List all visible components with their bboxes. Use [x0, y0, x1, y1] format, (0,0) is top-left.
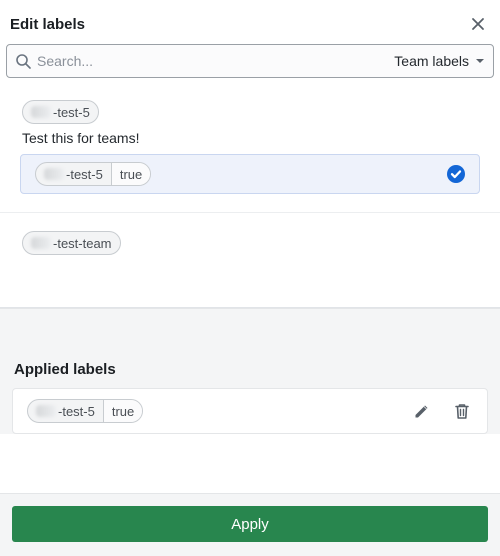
edit-labels-dialog: Edit labels Team labels -test-5 Test thi… — [0, 0, 500, 556]
search-field[interactable]: Team labels — [6, 44, 494, 78]
label-description: Test this for teams! — [10, 130, 490, 154]
pencil-icon — [413, 402, 431, 420]
delete-button[interactable] — [451, 400, 473, 422]
label-key: -test-5 — [58, 404, 95, 419]
search-icon — [15, 53, 31, 69]
trash-icon — [453, 402, 471, 420]
apply-button[interactable]: Apply — [12, 506, 488, 542]
close-icon — [470, 16, 486, 32]
label-chip-with-value: -test-5 true — [35, 162, 151, 186]
dialog-title: Edit labels — [10, 16, 85, 33]
scope-select[interactable]: Team labels — [394, 53, 485, 69]
label-chip[interactable]: -test-5 — [22, 100, 99, 124]
label-value: true — [104, 400, 142, 422]
label-section: -test-team — [0, 213, 500, 308]
search-bar: Team labels — [0, 44, 500, 82]
edit-button[interactable] — [411, 400, 433, 422]
labels-list: -test-5 Test this for teams! -test-5 tru… — [0, 82, 500, 493]
label-key: -test-5 — [66, 167, 103, 182]
label-value: true — [112, 163, 150, 185]
label-value-option[interactable]: -test-5 true — [20, 154, 480, 194]
label-chip-with-value: -test-5 true — [27, 399, 143, 423]
redacted-text — [36, 405, 56, 417]
search-input[interactable] — [37, 53, 388, 69]
label-key: -test-team — [53, 236, 112, 251]
chevron-down-icon — [475, 56, 485, 66]
applied-labels-panel: Applied labels -test-5 true — [0, 308, 500, 434]
label-chip[interactable]: -test-team — [22, 231, 121, 255]
scope-label: Team labels — [394, 53, 469, 69]
dialog-footer: Apply — [0, 493, 500, 556]
redacted-text — [31, 237, 51, 249]
applied-labels-title: Applied labels — [0, 361, 500, 388]
redacted-text — [44, 168, 64, 180]
dialog-header: Edit labels — [0, 0, 500, 44]
label-section: -test-5 Test this for teams! -test-5 tru… — [0, 82, 500, 213]
label-key: -test-5 — [53, 105, 90, 120]
check-circle-icon — [447, 165, 465, 183]
redacted-text — [31, 106, 51, 118]
applied-label-row: -test-5 true — [12, 388, 488, 434]
applied-label-actions — [411, 400, 473, 422]
close-button[interactable] — [468, 14, 488, 34]
